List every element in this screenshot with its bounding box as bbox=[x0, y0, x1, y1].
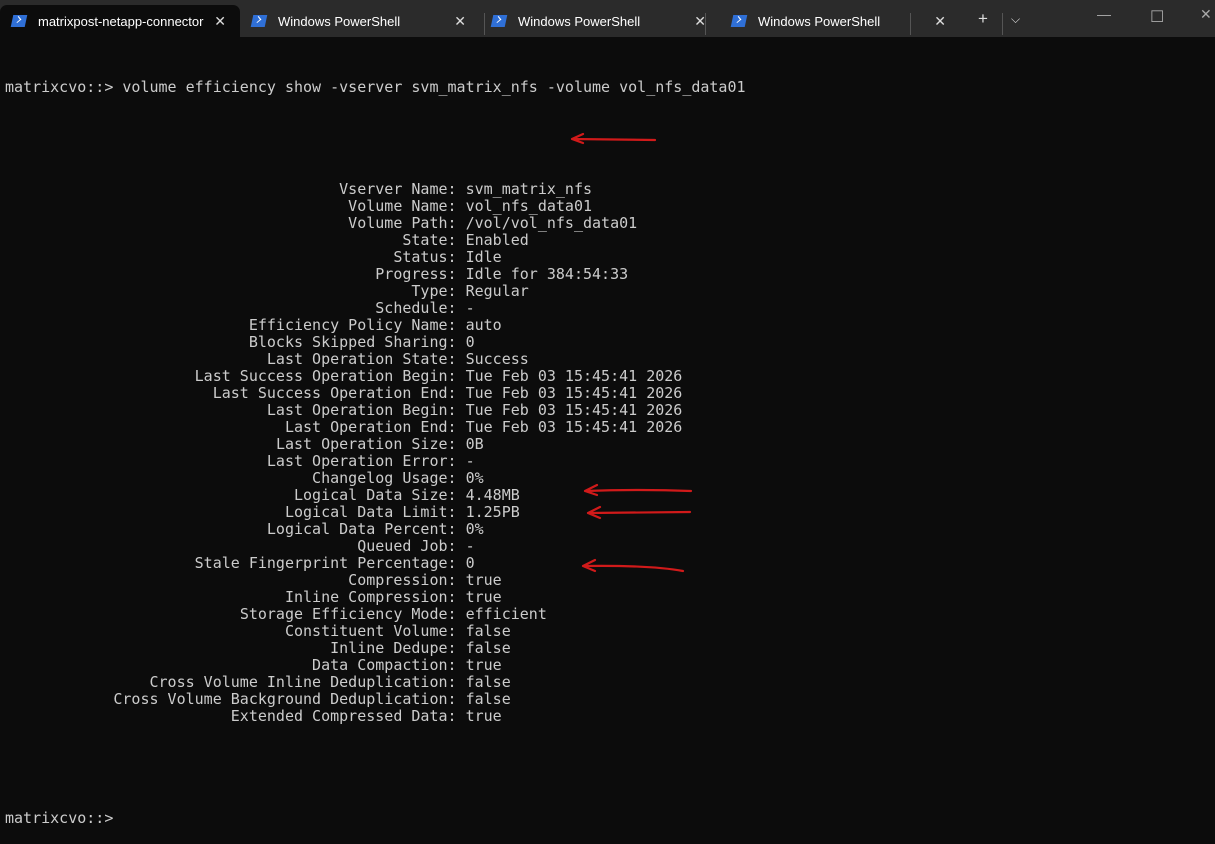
field-row: Extended Compressed Data: true bbox=[230, 707, 502, 725]
field-value: true bbox=[465, 707, 502, 725]
field-label: Extended Compressed Data bbox=[230, 707, 448, 725]
arrow-compression bbox=[583, 483, 693, 497]
annotation-arrows bbox=[570, 132, 693, 573]
prompt: matrixcvo::> bbox=[5, 809, 114, 827]
arrow-state bbox=[570, 132, 657, 145]
arrow-storage-efficiency-mode bbox=[586, 505, 692, 520]
arrow-data-compaction bbox=[581, 558, 685, 573]
prompt-line: matrixcvo::> bbox=[5, 810, 746, 827]
